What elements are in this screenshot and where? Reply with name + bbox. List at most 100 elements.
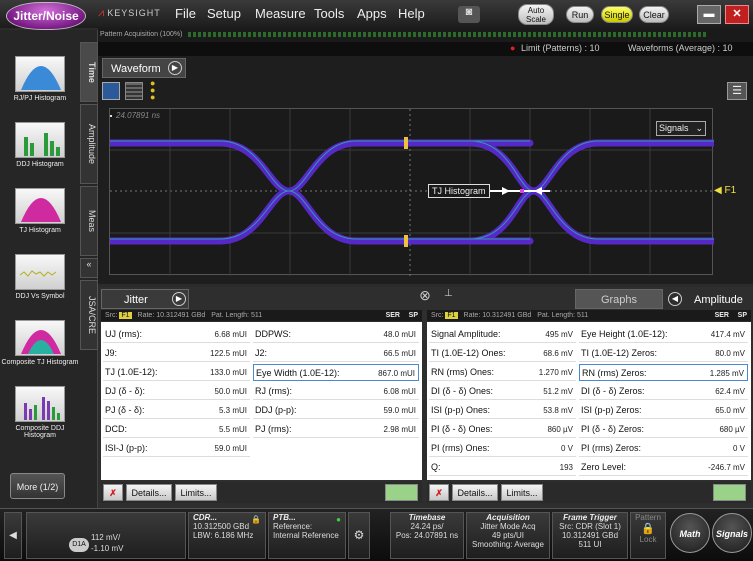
- tab-jsa-cre[interactable]: JSA/CRE: [80, 280, 98, 350]
- table-row[interactable]: TI (1.0E-12) Zeros: 80.0 mV: [579, 345, 748, 362]
- channel-offset: -1.10 mV: [91, 544, 124, 553]
- table-row[interactable]: DI (δ - δ) Ones: 51.2 mV: [429, 383, 576, 400]
- clear-meas-icon[interactable]: ✗: [429, 484, 449, 501]
- pat-length-value: 511: [576, 312, 589, 319]
- play-icon[interactable]: ◀: [668, 292, 682, 306]
- eye-diagram-plot[interactable]: 24.07891 ns Signals ⌄ TJ Histogram: [109, 108, 714, 276]
- table-row[interactable]: DDJ (p-p): 59.0 mUI: [253, 402, 419, 419]
- menu-file[interactable]: File: [175, 6, 196, 21]
- table-row[interactable]: J9: 122.5 mUI: [103, 345, 250, 362]
- tab-meas[interactable]: Meas: [80, 186, 98, 256]
- tab-graphs[interactable]: Graphs: [575, 289, 663, 309]
- meas-value: 0 V: [560, 444, 573, 453]
- table-row[interactable]: UJ (rms): 6.68 mUI: [103, 326, 250, 343]
- table-row[interactable]: PJ (rms): 2.98 mUI: [253, 421, 419, 438]
- status-footer: ◀ D1A 112 mV/ -1.10 mV CDR... 10.312500 …: [0, 508, 753, 561]
- pass-indicator[interactable]: [385, 484, 418, 501]
- tab-jitter[interactable]: Jitter ▶: [101, 289, 189, 309]
- play-icon[interactable]: ▶: [172, 292, 186, 306]
- menu-setup[interactable]: Setup: [207, 6, 241, 21]
- sidebar-item-composite-ddj[interactable]: Composite DDJ Histogram: [0, 386, 80, 439]
- settings-gear-icon[interactable]: ⚙: [348, 512, 370, 559]
- autoscale-button[interactable]: Auto Scale: [518, 4, 554, 25]
- close-icon[interactable]: ✕: [725, 5, 749, 24]
- limits-button[interactable]: Limits...: [175, 484, 217, 501]
- menu-apps[interactable]: Apps: [357, 6, 387, 21]
- play-icon[interactable]: ▶: [168, 61, 182, 75]
- menu-help[interactable]: Help: [398, 6, 425, 21]
- table-row[interactable]: RN (rms) Ones: 1.270 mV: [429, 364, 576, 381]
- details-button[interactable]: Details...: [452, 484, 498, 501]
- collapse-icon[interactable]: «: [80, 258, 98, 278]
- sidebar-item-ddj-histogram[interactable]: DDJ Histogram: [0, 122, 80, 168]
- hamburger-menu-icon[interactable]: ☰: [727, 82, 747, 100]
- acquisition-progress-bar: [188, 31, 709, 37]
- table-row[interactable]: DJ (δ - δ): 50.0 mUI: [103, 383, 250, 400]
- sidebar-item-composite-tj[interactable]: Composite TJ Histogram: [0, 320, 80, 366]
- acquisition-box[interactable]: Acquisition Jitter Mode Acq 49 pts/UI Sm…: [466, 512, 550, 559]
- scroll-left-icon[interactable]: ◀: [4, 512, 22, 559]
- single-button[interactable]: Single: [601, 6, 633, 23]
- collapse-down-icon[interactable]: ⊗: [413, 287, 437, 307]
- channel-box[interactable]: D1A 112 mV/ -1.10 mV: [26, 512, 186, 559]
- tj-histogram-label[interactable]: TJ Histogram: [428, 184, 490, 198]
- pattern-lock-box[interactable]: Pattern 🔒 Lock: [630, 512, 666, 559]
- details-button[interactable]: Details...: [126, 484, 172, 501]
- f1-marker[interactable]: ◀ F1: [714, 185, 736, 196]
- table-row[interactable]: PI (rms) Zeros: 0 V: [579, 440, 748, 457]
- table-row[interactable]: PJ (δ - δ): 5.3 mUI: [103, 402, 250, 419]
- table-row[interactable]: ISI (p-p) Ones: 53.8 mV: [429, 402, 576, 419]
- signals-dropdown[interactable]: Signals ⌄: [656, 121, 706, 136]
- sidebar-item-rjpj-histogram[interactable]: RJ/PJ Histogram: [0, 56, 80, 102]
- tab-amplitude-panel[interactable]: ◀ Amplitude: [665, 289, 751, 309]
- sidebar-item-ddj-vs-symbol[interactable]: DDJ Vs Symbol: [0, 254, 80, 300]
- minimize-icon[interactable]: ▬: [697, 5, 721, 24]
- pass-indicator[interactable]: [713, 484, 746, 501]
- more-button[interactable]: More (1/2): [10, 473, 65, 499]
- limits-button[interactable]: Limits...: [501, 484, 543, 501]
- jitter-noise-button[interactable]: Jitter/Noise: [6, 2, 86, 30]
- ptb-box[interactable]: PTB... Reference: Internal Reference ●: [268, 512, 346, 559]
- lock-icon: 🔒: [641, 523, 655, 535]
- table-row[interactable]: Eye Width (1.0E-12): 867.0 mUI: [253, 364, 419, 381]
- table-row[interactable]: TJ (1.0E-12): 133.0 mUI: [103, 364, 250, 381]
- table-row[interactable]: ISI-J (p-p): 59.0 mUI: [103, 440, 250, 457]
- eye-diagram-svg: [110, 109, 714, 276]
- table-row[interactable]: TI (1.0E-12) Ones: 68.6 mV: [429, 345, 576, 362]
- single-grid-icon[interactable]: [102, 82, 120, 100]
- signals-button[interactable]: Signals: [712, 513, 752, 553]
- math-button[interactable]: Math: [670, 513, 710, 553]
- tab-waveform[interactable]: Waveform ▶: [102, 58, 186, 78]
- table-row[interactable]: PI (rms) Ones: 0 V: [429, 440, 576, 457]
- table-row[interactable]: DCD: 5.5 mUI: [103, 421, 250, 438]
- table-row[interactable]: Q: 193: [429, 459, 576, 476]
- table-row[interactable]: DI (δ - δ) Zeros: 62.4 mV: [579, 383, 748, 400]
- table-row[interactable]: Signal Amplitude: 495 mV: [429, 326, 576, 343]
- meas-value: -246.7 mV: [708, 463, 745, 472]
- run-button[interactable]: Run: [566, 6, 594, 23]
- pin-icon[interactable]: ⊥: [444, 288, 453, 299]
- table-row[interactable]: Zero Level: -246.7 mV: [579, 459, 748, 476]
- table-row[interactable]: PI (δ - δ) Ones: 860 µV: [429, 421, 576, 438]
- menu-tools[interactable]: Tools: [314, 6, 344, 21]
- sidebar-item-tj-histogram[interactable]: TJ Histogram: [0, 188, 80, 234]
- table-row[interactable]: Eye Height (1.0E-12): 417.4 mV: [579, 326, 748, 343]
- meas-value: 6.08 mUI: [383, 387, 416, 396]
- table-row[interactable]: PI (δ - δ) Zeros: 680 µV: [579, 421, 748, 438]
- clear-meas-icon[interactable]: ✗: [103, 484, 123, 501]
- table-row[interactable]: J2: 66.5 mUI: [253, 345, 419, 362]
- table-row[interactable]: RJ (rms): 6.08 mUI: [253, 383, 419, 400]
- timebase-box[interactable]: Timebase 24.24 ps/ Pos: 24.07891 ns: [390, 512, 464, 559]
- more-options-icon[interactable]: ● ● ●: [150, 79, 155, 102]
- camera-icon[interactable]: ◙: [458, 6, 480, 23]
- tab-amplitude[interactable]: Amplitude: [80, 104, 98, 184]
- table-row[interactable]: RN (rms) Zeros: 1.285 mV: [579, 364, 748, 381]
- menu-measure[interactable]: Measure: [255, 6, 306, 21]
- cdr-box[interactable]: CDR... 10.312500 GBd LBW: 6.186 MHz 🔒: [188, 512, 266, 559]
- clear-button[interactable]: Clear: [639, 6, 669, 23]
- multi-grid-icon[interactable]: [125, 82, 143, 100]
- table-row[interactable]: DDPWS: 48.0 mUI: [253, 326, 419, 343]
- table-row[interactable]: ISI (p-p) Zeros: 65.0 mV: [579, 402, 748, 419]
- tab-time[interactable]: Time: [80, 42, 98, 102]
- frame-trigger-box[interactable]: Frame Trigger Src: CDR (Slot 1) 10.31249…: [552, 512, 628, 559]
